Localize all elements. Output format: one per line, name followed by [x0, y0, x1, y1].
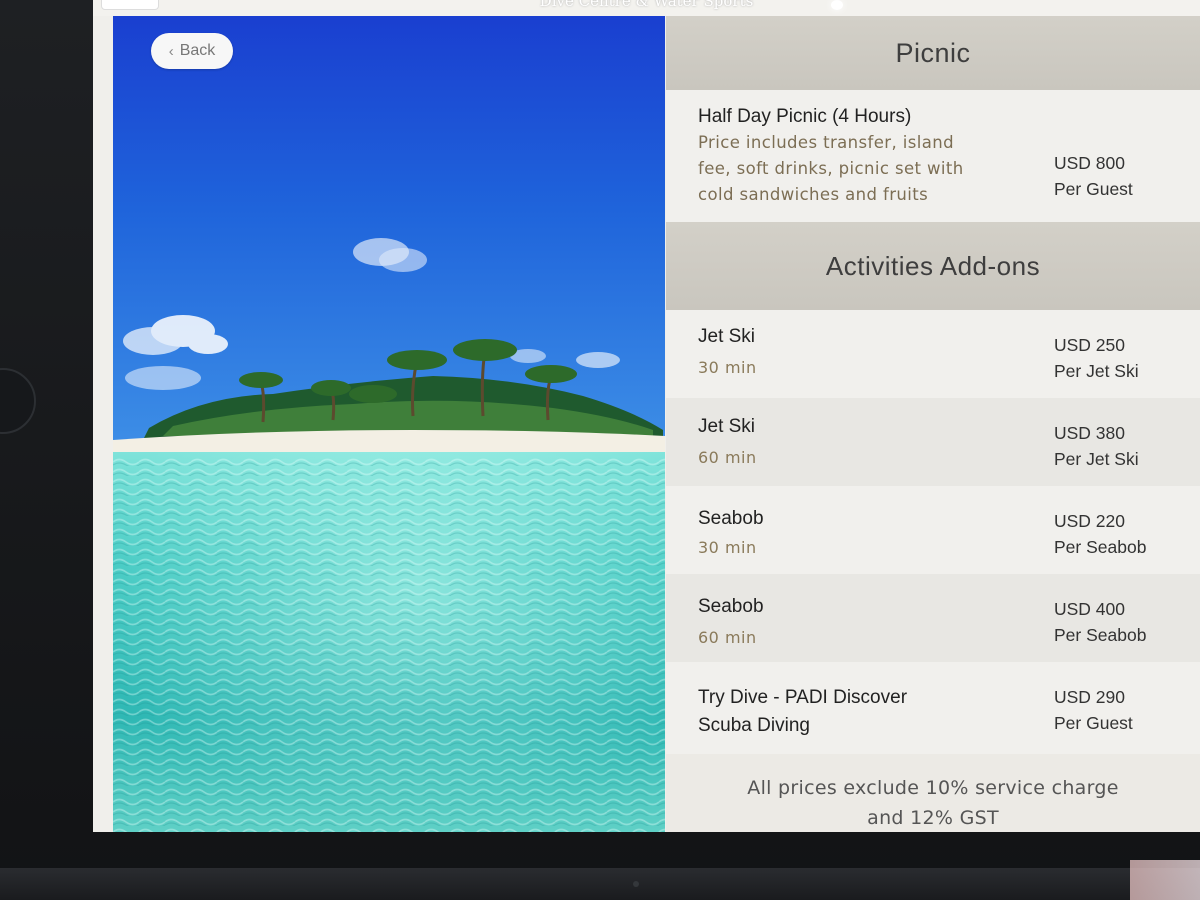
- screen-glare: [831, 0, 843, 10]
- item-price: USD 220 Per Seabob: [1054, 508, 1146, 560]
- item-price: USD 400 Per Seabob: [1054, 596, 1146, 648]
- chevron-left-icon: ‹: [168, 42, 174, 60]
- item-name: Half Day Picnic (4 Hours): [698, 106, 912, 127]
- item-duration: 60 min: [698, 628, 757, 647]
- device-sensor: [633, 881, 639, 887]
- item-price: USD 250 Per Jet Ski: [1054, 332, 1139, 384]
- price-row-seabob-30[interactable]: Seabob 30 min USD 220 Per Seabob: [666, 486, 1200, 574]
- description-line: fee, soft drinks, picnic set with: [698, 159, 964, 178]
- price-unit: Per Jet Ski: [1054, 449, 1139, 469]
- device-bottom-edge: [0, 868, 1200, 900]
- price-footnote: All prices exclude 10% service charge an…: [666, 773, 1200, 832]
- item-name: Seabob: [698, 508, 764, 529]
- back-button-label: Back: [179, 42, 216, 59]
- price-row-seabob-60[interactable]: Seabob 60 min USD 400 Per Seabob: [666, 574, 1200, 662]
- item-price: USD 380 Per Jet Ski: [1054, 420, 1139, 472]
- section-header-activities: Activities Add-ons: [666, 222, 1200, 310]
- price-amount: USD 800: [1054, 153, 1126, 173]
- price-unit: Per Seabob: [1054, 537, 1147, 557]
- item-name: Jet Ski: [698, 416, 756, 437]
- price-amount: USD 400: [1054, 599, 1126, 619]
- section-title: Picnic: [895, 37, 971, 68]
- item-duration: 30 min: [698, 538, 757, 557]
- back-button[interactable]: ‹ Back: [151, 33, 233, 69]
- item-duration: 60 min: [698, 448, 757, 467]
- screen: Dive Centre & Water Sports ‹ Back Picnic…: [93, 0, 1200, 832]
- price-amount: USD 380: [1054, 423, 1126, 443]
- price-list-panel[interactable]: Picnic Half Day Picnic (4 Hours) Price i…: [666, 16, 1200, 832]
- price-row-try-dive[interactable]: Try Dive - PADI Discover Scuba Diving US…: [666, 662, 1200, 754]
- item-price: USD 290 Per Guest: [1054, 684, 1133, 736]
- item-name: Jet Ski: [698, 326, 756, 347]
- item-price: USD 800 Per Guest: [1054, 150, 1133, 202]
- item-name: Try Dive - PADI Discover Scuba Diving: [698, 684, 907, 740]
- island-illustration: [113, 16, 665, 832]
- section-title: Activities Add-ons: [825, 250, 1041, 281]
- top-bar: Dive Centre & Water Sports: [93, 0, 1200, 16]
- price-unit: Per Jet Ski: [1054, 361, 1139, 381]
- item-name-line: Try Dive - PADI Discover: [698, 687, 908, 708]
- description-line: Price includes transfer, island: [698, 133, 954, 152]
- item-name-line: Scuba Diving: [698, 715, 810, 736]
- background-object: [1130, 860, 1200, 900]
- price-unit: Per Guest: [1054, 179, 1133, 199]
- price-row-jet-ski-30[interactable]: Jet Ski 30 min USD 250 Per Jet Ski: [666, 310, 1200, 398]
- price-amount: USD 290: [1054, 687, 1126, 707]
- footnote-line: and 12% GST: [867, 807, 999, 829]
- item-name: Seabob: [698, 596, 764, 617]
- item-description: Price includes transfer, island fee, sof…: [698, 130, 998, 208]
- item-duration: 30 min: [698, 358, 757, 377]
- price-amount: USD 250: [1054, 335, 1126, 355]
- top-bar-title: Dive Centre & Water Sports: [539, 0, 754, 10]
- section-header-picnic: Picnic: [666, 16, 1200, 90]
- price-row-half-day-picnic[interactable]: Half Day Picnic (4 Hours) Price includes…: [666, 90, 1200, 222]
- price-row-jet-ski-60[interactable]: Jet Ski 60 min USD 380 Per Jet Ski: [666, 398, 1200, 486]
- footnote-line: All prices exclude 10% service charge: [747, 777, 1119, 799]
- description-line: cold sandwiches and fruits: [698, 185, 929, 204]
- island-photo: ‹ Back: [113, 16, 665, 832]
- price-unit: Per Seabob: [1054, 625, 1147, 645]
- price-amount: USD 220: [1054, 511, 1126, 531]
- price-unit: Per Guest: [1054, 713, 1133, 733]
